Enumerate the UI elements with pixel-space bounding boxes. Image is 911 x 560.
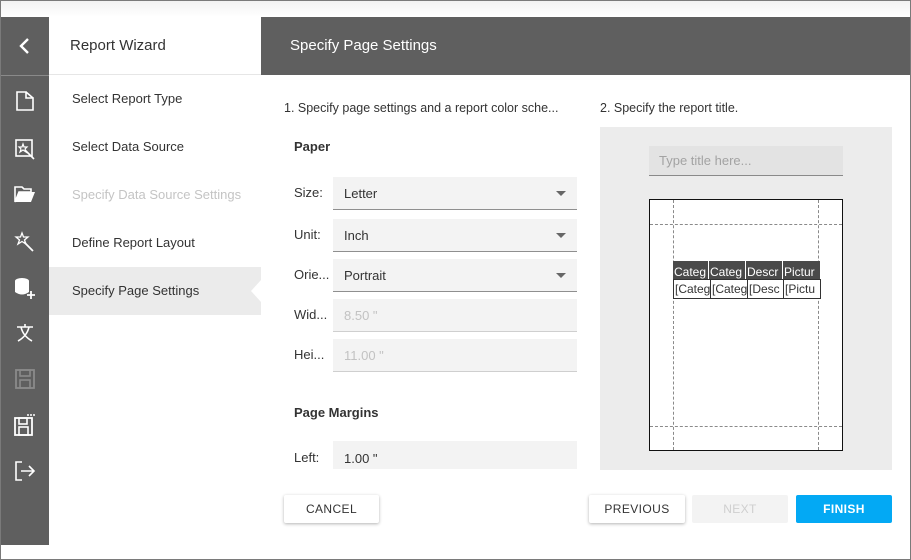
magic-wand-icon bbox=[14, 231, 34, 252]
finish-button[interactable]: FINISH bbox=[796, 495, 892, 523]
page-margins-group-title: Page Margins bbox=[294, 405, 379, 420]
width-label: Wid... bbox=[294, 307, 328, 322]
wizard-title: Report Wizard bbox=[49, 17, 261, 75]
add-data-source-button[interactable] bbox=[1, 273, 49, 303]
paper-group-title: Paper bbox=[294, 139, 331, 154]
localization-icon bbox=[17, 324, 33, 342]
cancel-button[interactable]: CANCEL bbox=[284, 495, 379, 523]
new-report-icon bbox=[16, 91, 34, 111]
nav-item-select-data-source[interactable]: Select Data Source bbox=[49, 123, 261, 171]
chevron-down-icon bbox=[556, 273, 566, 278]
exit-button[interactable] bbox=[1, 456, 49, 486]
save-as-button[interactable] bbox=[1, 410, 49, 440]
preview-table-data-row: [Categ [Categ [Desc [Pictu bbox=[673, 279, 821, 299]
chevron-down-icon bbox=[556, 191, 566, 196]
design-wizard-button[interactable] bbox=[1, 227, 49, 257]
orientation-value: Portrait bbox=[344, 268, 386, 283]
wizard-steps-nav: Report Wizard Select Report Type Select … bbox=[49, 17, 261, 545]
new-report-button[interactable] bbox=[1, 86, 49, 116]
save-button[interactable] bbox=[1, 364, 49, 394]
left-margin-value: 1.00 " bbox=[344, 451, 378, 466]
left-margin-line bbox=[673, 200, 674, 450]
report-title-caption: 2. Specify the report title. bbox=[600, 101, 739, 115]
chevron-left-icon bbox=[19, 38, 29, 54]
preview-header-cell: Categ bbox=[673, 261, 708, 279]
save-icon bbox=[15, 369, 35, 389]
chevron-down-icon bbox=[556, 233, 566, 238]
preview-data-cell: [Pictu bbox=[783, 279, 821, 299]
nav-item-specify-data-source-settings: Specify Data Source Settings bbox=[72, 187, 242, 202]
previous-button[interactable]: PREVIOUS bbox=[589, 495, 685, 523]
nav-item-select-report-type[interactable]: Select Report Type bbox=[49, 75, 261, 123]
preview-header-cell: Descr bbox=[746, 261, 782, 279]
nav-item-specify-page-settings[interactable]: Specify Page Settings bbox=[49, 267, 261, 315]
orientation-label: Orie... bbox=[294, 267, 330, 282]
top-strip bbox=[1, 1, 910, 17]
width-input: 8.50 " bbox=[333, 299, 577, 332]
width-value: 8.50 " bbox=[344, 308, 378, 323]
open-report-button[interactable] bbox=[1, 179, 49, 209]
report-wizard-window: Report Wizard Select Report Type Select … bbox=[0, 0, 911, 560]
report-wizard-button[interactable] bbox=[1, 134, 49, 164]
preview-header-cell: Pictur bbox=[783, 261, 820, 279]
unit-select[interactable]: Inch bbox=[333, 219, 577, 252]
exit-icon bbox=[15, 461, 36, 481]
preview-table-header-row: Categ Categ Descr Pictur bbox=[673, 261, 820, 279]
page-settings-caption: 1. Specify page settings and a report co… bbox=[284, 101, 559, 115]
preview-table: Categ Categ Descr Pictur [Categ [Categ [… bbox=[673, 261, 821, 299]
size-label: Size: bbox=[294, 185, 323, 200]
next-button: NEXT bbox=[692, 495, 788, 523]
unit-value: Inch bbox=[344, 228, 369, 243]
report-wizard-icon bbox=[15, 139, 35, 160]
height-value: 11.00 " bbox=[344, 348, 384, 363]
top-margin-line bbox=[650, 224, 842, 225]
nav-item-define-report-layout[interactable]: Define Report Layout bbox=[49, 219, 261, 267]
orientation-select[interactable]: Portrait bbox=[333, 259, 577, 292]
size-select[interactable]: Letter bbox=[333, 177, 577, 210]
preview-data-cell: [Desc bbox=[747, 279, 784, 299]
right-margin-line bbox=[818, 200, 819, 450]
page-header: Specify Page Settings bbox=[261, 17, 910, 75]
save-as-icon bbox=[14, 414, 35, 436]
preview-data-cell: [Categ bbox=[710, 279, 748, 299]
height-label: Hei... bbox=[294, 347, 325, 362]
open-folder-icon bbox=[14, 186, 35, 203]
report-title-input[interactable] bbox=[649, 146, 843, 176]
preview-data-cell: [Categ bbox=[673, 279, 711, 299]
height-input: 11.00 " bbox=[333, 339, 577, 372]
back-button[interactable] bbox=[1, 17, 49, 76]
preview-header-cell: Categ bbox=[709, 261, 745, 279]
left-margin-label: Left: bbox=[294, 450, 320, 465]
size-value: Letter bbox=[344, 186, 378, 201]
localization-button[interactable] bbox=[1, 318, 49, 348]
page-preview: Categ Categ Descr Pictur [Categ [Categ [… bbox=[649, 199, 843, 451]
unit-label: Unit: bbox=[294, 227, 321, 242]
bottom-margin-line bbox=[650, 426, 842, 427]
left-margin-input[interactable]: 1.00 " bbox=[333, 441, 577, 469]
add-data-source-icon bbox=[15, 278, 35, 299]
